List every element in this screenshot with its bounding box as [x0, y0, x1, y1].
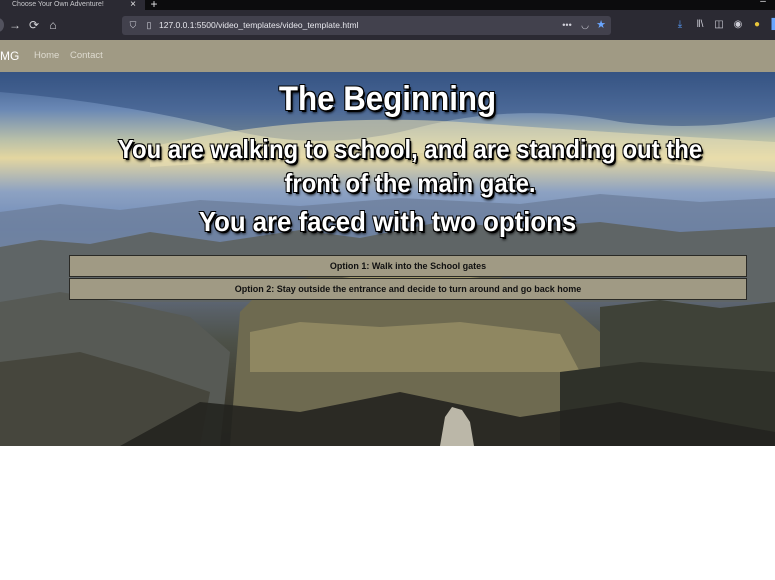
story-prompt: You are faced with two options	[198, 206, 577, 237]
home-icon[interactable]: ⌂	[45, 17, 61, 33]
pocket-icon[interactable]: ◡	[578, 18, 592, 32]
overflow-icon[interactable]: ▌	[768, 17, 775, 33]
star-icon[interactable]: ★	[594, 18, 608, 32]
sidebar-icon[interactable]: ◫	[712, 17, 726, 33]
option-1-button[interactable]: Option 1: Walk into the School gates	[69, 255, 747, 277]
tab-title: Choose Your Own Adventure!	[12, 1, 104, 8]
story-title: The Beginning	[278, 80, 497, 118]
minimize-icon[interactable]: –	[756, 0, 770, 7]
story-scenario: You are walking to school, and are stand…	[117, 134, 703, 198]
account-icon[interactable]: ◉	[731, 17, 745, 33]
address-bar[interactable]: ⛉ ▯ 127.0.0.1:5500/video_templates/video…	[122, 16, 611, 35]
tab-bar: Choose Your Own Adventure! × + –	[0, 0, 775, 10]
extension-icon[interactable]: ●	[750, 17, 764, 33]
nav-contact-link[interactable]: Contact	[70, 40, 103, 72]
option-2-button[interactable]: Option 2: Stay outside the entrance and …	[69, 278, 747, 300]
hero-section: The Beginning You are walking to school,…	[0, 72, 775, 446]
nav-home-link[interactable]: Home	[34, 40, 59, 72]
plus-icon[interactable]: +	[148, 0, 160, 10]
browser-toolbar: → ⟳ ⌂ ⛉ ▯ 127.0.0.1:5500/video_templates…	[0, 10, 775, 40]
brand-logo[interactable]: MG	[0, 40, 19, 72]
download-icon[interactable]: ⤓	[673, 17, 687, 33]
url-text[interactable]: 127.0.0.1:5500/video_templates/video_tem…	[159, 16, 358, 35]
forward-icon[interactable]: →	[7, 17, 23, 33]
browser-tab[interactable]: Choose Your Own Adventure!	[0, 0, 145, 10]
page-icon: ▯	[146, 20, 152, 30]
shield-icon[interactable]: ⛉	[126, 18, 140, 32]
site-header: MG Home Contact	[0, 40, 775, 72]
close-icon[interactable]: ×	[128, 0, 138, 10]
more-icon[interactable]: •••	[560, 18, 574, 32]
reload-icon[interactable]: ⟳	[26, 17, 42, 33]
library-icon[interactable]: ‖\	[693, 17, 707, 33]
back-icon[interactable]	[0, 18, 4, 32]
